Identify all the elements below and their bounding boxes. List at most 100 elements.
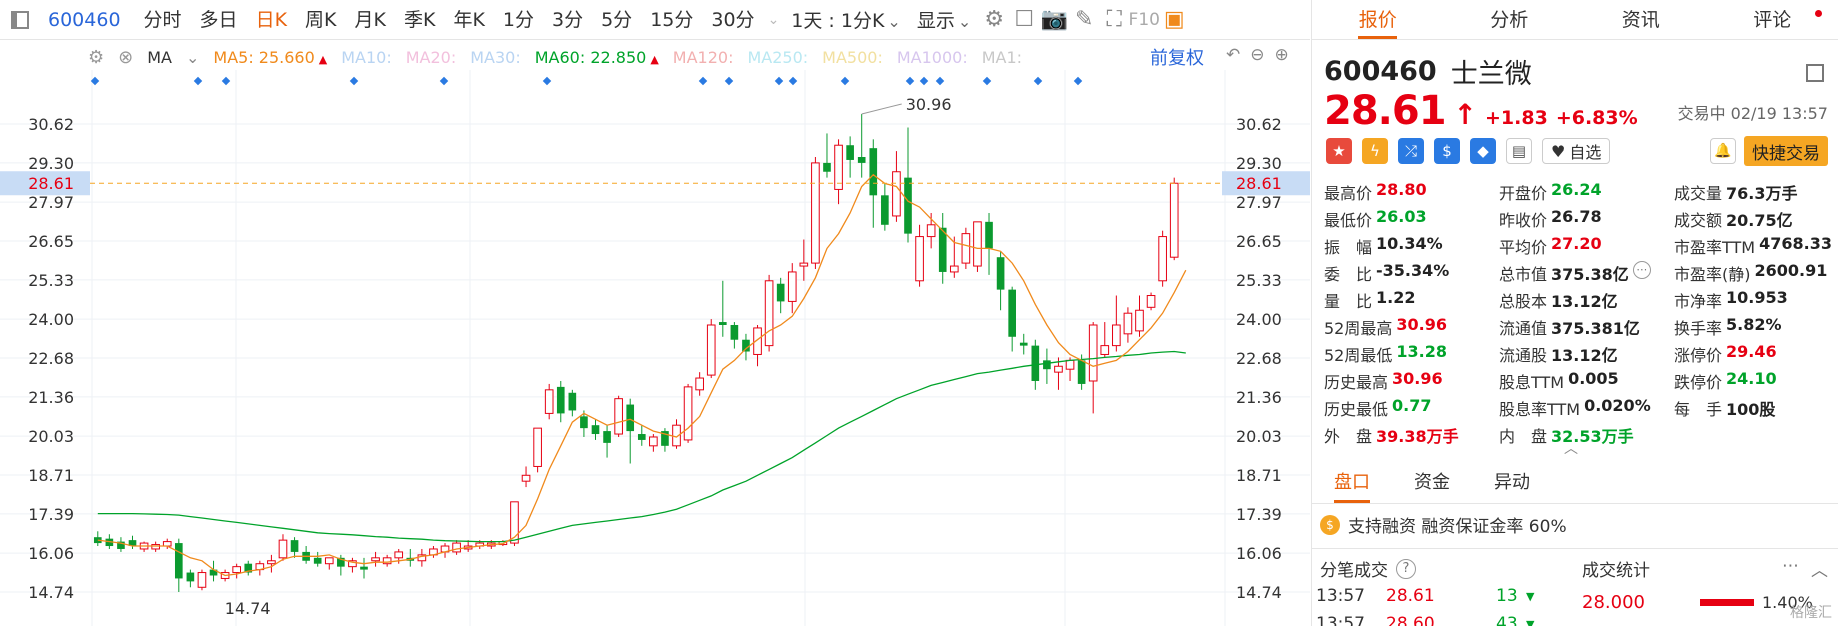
- candle-body: [1123, 312, 1133, 335]
- candle-body: [961, 233, 971, 264]
- panel-layout-icon[interactable]: [1806, 64, 1824, 82]
- display-dropdown[interactable]: 显示: [909, 6, 979, 33]
- quote-row: 最高价 28.80 开盘价 26.24 成交量 76.3万手: [1324, 178, 1834, 205]
- price-line: 28.61 ↑ +1.83 +6.83%: [1324, 88, 1638, 134]
- quote-cell: 最低价 26.03: [1324, 207, 1499, 231]
- dollar-icon[interactable]: $: [1434, 138, 1460, 164]
- collapse-icon[interactable]: ︿: [1564, 438, 1578, 458]
- quote-row: 52周最低 13.28 流通股 13.12亿 涨停价 29.46: [1324, 340, 1834, 367]
- quote-cell: 平均价 27.20: [1499, 234, 1674, 258]
- tab-weekly-k[interactable]: 周K: [296, 0, 345, 40]
- quote-value: 26.03: [1376, 206, 1427, 226]
- tab-15min[interactable]: 15分: [641, 0, 702, 40]
- candles: [93, 113, 1179, 592]
- quote-cell: 历史最高 30.96: [1324, 369, 1499, 393]
- collapse-icon[interactable]: ︿: [1811, 556, 1828, 581]
- adjust-mode-button[interactable]: 前复权: [1150, 44, 1204, 70]
- tick-row: 13:57 28.60 43 ▼: [1316, 610, 1546, 626]
- quote-tabs: 报价 分析 资讯 评论: [1312, 0, 1838, 40]
- quote-row: 振 幅 10.34% 平均价 27.20 市盈率TTM 4768.33: [1324, 232, 1834, 259]
- candle-body: [718, 322, 727, 325]
- stat-controls: ⋯ ︿: [1782, 556, 1828, 581]
- sidebar-toggle-icon[interactable]: [0, 0, 40, 40]
- more-icon[interactable]: ⋯: [1782, 556, 1799, 581]
- chevron-down-icon[interactable]: ⌄: [186, 48, 199, 67]
- tab-yearly-k[interactable]: 年K: [444, 0, 493, 40]
- quote-key: 最低价: [1324, 210, 1373, 230]
- tab-quarterly-k[interactable]: 季K: [395, 0, 444, 40]
- quote-cell: 52周最高 30.96: [1324, 315, 1499, 339]
- quote-key: 52周最高: [1324, 318, 1393, 338]
- candle-body: [290, 540, 299, 552]
- fullscreen-icon[interactable]: ⛶: [1099, 0, 1129, 40]
- tab-news[interactable]: 资讯: [1575, 0, 1707, 39]
- y-tick-label-left: 17.39: [28, 505, 74, 524]
- tab-movement[interactable]: 异动: [1472, 462, 1552, 503]
- tab-5min[interactable]: 5分: [592, 0, 641, 40]
- add-watchlist-button[interactable]: ♥ 自选: [1542, 138, 1611, 164]
- ma-legend-bar: ⚙ ⊗ MA ⌄ MA5: 25.660 ▲ MA10: MA20: MA30: …: [88, 44, 1022, 70]
- candle-body: [823, 162, 831, 172]
- event-markers: [90, 76, 1083, 86]
- close-icon[interactable]: ⊗: [118, 47, 133, 68]
- tab-1min[interactable]: 1分: [494, 0, 543, 40]
- quote-cell: 成交额 20.75亿: [1674, 207, 1834, 231]
- tab-fenshi[interactable]: 分时: [135, 0, 191, 40]
- quote-key: 总市值: [1499, 264, 1548, 284]
- candle-body: [649, 436, 658, 447]
- tab-order-book[interactable]: 盘口: [1312, 462, 1392, 503]
- more-icon[interactable]: ⋯: [1632, 260, 1651, 279]
- current-price-label-left: 28.61: [28, 174, 74, 193]
- candle-body: [1065, 359, 1075, 370]
- lightning-icon[interactable]: ϟ: [1362, 138, 1388, 164]
- layout-toggle-icon[interactable]: ☐: [1009, 0, 1039, 40]
- gear-icon[interactable]: ⚙: [979, 0, 1009, 40]
- zoom-out-icon[interactable]: ⊖: [1250, 45, 1264, 65]
- zoom-in-icon[interactable]: ⊕: [1275, 45, 1289, 65]
- quote-row: 52周最高 30.96 流通值 375.381亿 换手率 5.82%: [1324, 313, 1834, 340]
- shuffle-icon[interactable]: ⤮: [1398, 138, 1424, 164]
- help-icon[interactable]: ?: [1396, 558, 1416, 579]
- range-dropdown[interactable]: 1天 : 1分K: [783, 6, 909, 33]
- tab-quote[interactable]: 报价: [1312, 0, 1444, 39]
- tab-comments[interactable]: 评论: [1707, 0, 1838, 39]
- candle-body: [881, 195, 889, 225]
- f10-button[interactable]: F10: [1129, 0, 1160, 40]
- gear-icon[interactable]: ⚙: [88, 47, 104, 68]
- tab-multiday[interactable]: 多日: [191, 0, 247, 40]
- tab-daily-k[interactable]: 日K: [247, 0, 296, 40]
- tick-row: 13:57 28.61 13 ▼: [1316, 586, 1535, 606]
- y-tick-label-left: 22.68: [28, 349, 74, 368]
- quote-key: 换手率: [1674, 318, 1723, 338]
- camera-icon[interactable]: 📷: [1039, 0, 1069, 40]
- quote-cell: 市盈率TTM 4768.33: [1674, 234, 1834, 258]
- candle-body: [1019, 342, 1028, 346]
- stock-code-label: 600460: [48, 8, 121, 31]
- undo-icon[interactable]: ↶: [1226, 45, 1240, 65]
- tab-monthly-k[interactable]: 月K: [346, 0, 395, 40]
- ma500-legend: MA500:: [822, 47, 883, 67]
- kline-chart[interactable]: 30.62 30.62 29.30 29.30 27.97 27.97 26.65 26.65…: [0, 70, 1310, 626]
- quote-key: 振 幅: [1324, 237, 1373, 257]
- ma-label[interactable]: MA: [147, 48, 172, 67]
- tab-3min[interactable]: 3分: [543, 0, 592, 40]
- tab-fund-flow[interactable]: 资金: [1392, 462, 1472, 503]
- candle-body: [1112, 324, 1121, 347]
- pen-icon[interactable]: ✎: [1069, 0, 1099, 40]
- candle-body: [787, 271, 797, 302]
- trade-status: 交易中 02/19 13:57: [1677, 104, 1828, 123]
- panel-toggle-icon[interactable]: ▣: [1159, 0, 1189, 40]
- y-tick-label-left: 30.62: [28, 115, 74, 134]
- tag-icon[interactable]: ◆: [1470, 138, 1496, 164]
- chevron-down-icon[interactable]: ⌄: [768, 12, 780, 28]
- candle-body: [1043, 360, 1051, 370]
- notification-dot: [1815, 10, 1822, 17]
- china-flag-icon[interactable]: ★: [1326, 138, 1352, 164]
- tab-analysis[interactable]: 分析: [1444, 0, 1576, 39]
- candle-body: [521, 474, 531, 482]
- bookmark-icon[interactable]: ▤: [1506, 138, 1532, 164]
- bell-icon[interactable]: 🔔: [1710, 138, 1736, 164]
- quick-trade-button[interactable]: 快捷交易: [1744, 136, 1828, 166]
- y-tick-label-right: 27.97: [1236, 193, 1282, 212]
- tab-30min[interactable]: 30分: [702, 0, 763, 40]
